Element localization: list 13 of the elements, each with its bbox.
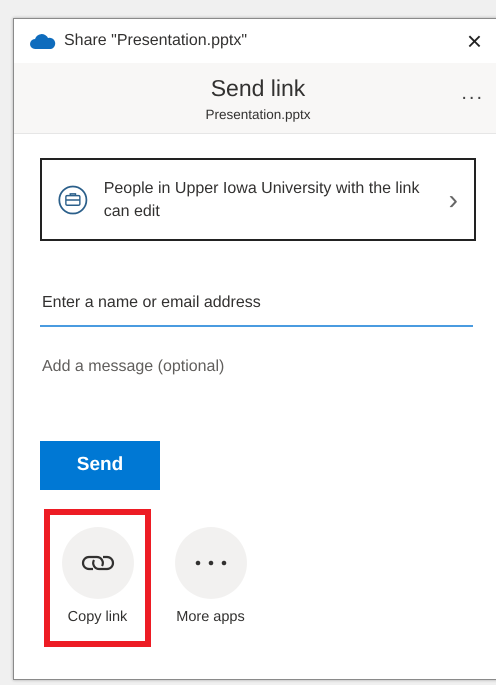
share-option[interactable]: More apps bbox=[157, 509, 264, 647]
file-name: Presentation.pptx bbox=[205, 106, 311, 124]
dialog-title: Send link bbox=[210, 74, 306, 103]
close-button[interactable]: × bbox=[462, 28, 486, 54]
recipient-field[interactable]: Enter a name or email address bbox=[40, 283, 473, 327]
more-icon bbox=[194, 560, 228, 566]
share-option[interactable]: Copy link bbox=[44, 509, 151, 647]
link-settings-button[interactable]: People in Upper Iowa University with the link can edit › bbox=[40, 158, 476, 241]
window-title: Share "Presentation.pptx" bbox=[64, 31, 248, 51]
send-button[interactable]: Send bbox=[40, 441, 160, 490]
more-options-button[interactable]: ... bbox=[455, 77, 490, 109]
briefcase-icon bbox=[58, 182, 88, 216]
cloud-icon bbox=[30, 33, 56, 49]
